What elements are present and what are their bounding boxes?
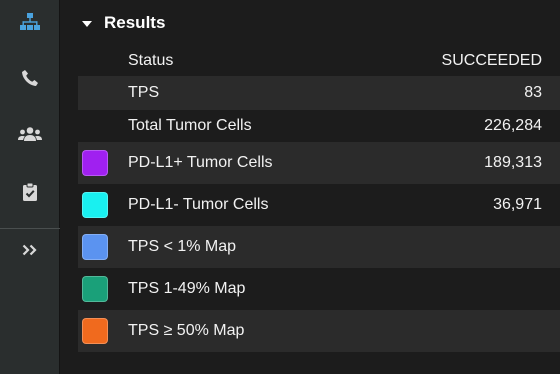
result-row-tps-1-49-map[interactable]: TPS 1-49% Map [78,268,560,310]
color-swatch[interactable] [82,150,108,176]
color-swatch[interactable] [82,276,108,302]
row-value: 83 [524,84,542,101]
row-label: PD-L1- Tumor Cells [128,196,269,213]
users-icon[interactable] [0,116,60,152]
results-panel: Results Status SUCCEEDED TPS 83 Total Tu… [60,0,560,374]
results-table: Status SUCCEEDED TPS 83 Total Tumor Cell… [78,46,560,352]
row-value: 226,284 [484,117,542,134]
color-swatch[interactable] [82,318,108,344]
row-value: SUCCEEDED [441,52,542,69]
result-row-pdl1-negative[interactable]: PD-L1- Tumor Cells 36,971 [78,184,560,226]
results-header[interactable]: Results [82,10,165,36]
result-row-tps: TPS 83 [78,76,560,110]
results-title: Results [104,13,166,32]
result-row-tps-gte-50-map[interactable]: TPS ≥ 50% Map [78,310,560,352]
row-label: TPS 1-49% Map [128,280,246,297]
row-label: PD-L1+ Tumor Cells [128,154,273,171]
expand-chevrons-icon[interactable] [0,232,60,268]
phone-icon[interactable] [0,60,60,96]
color-swatch[interactable] [82,192,108,218]
caret-down-icon [82,20,92,27]
clipboard-check-icon[interactable] [0,174,60,210]
sidebar-divider [0,228,60,229]
row-value: 36,971 [493,196,542,213]
row-label: TPS ≥ 50% Map [128,322,245,339]
sidebar [0,0,60,374]
row-label: Status [128,52,174,69]
result-row-tps-lt-1-map[interactable]: TPS < 1% Map [78,226,560,268]
row-label: Total Tumor Cells [128,117,252,134]
result-row-pdl1-positive[interactable]: PD-L1+ Tumor Cells 189,313 [78,142,560,184]
result-row-total-tumor-cells: Total Tumor Cells 226,284 [78,110,560,142]
sitemap-icon[interactable] [0,4,60,40]
row-value: 189,313 [484,154,542,171]
result-row-status: Status SUCCEEDED [78,46,560,76]
app: Results Status SUCCEEDED TPS 83 Total Tu… [0,0,560,374]
color-swatch[interactable] [82,234,108,260]
row-label: TPS < 1% Map [128,238,237,255]
row-label: TPS [128,84,160,101]
